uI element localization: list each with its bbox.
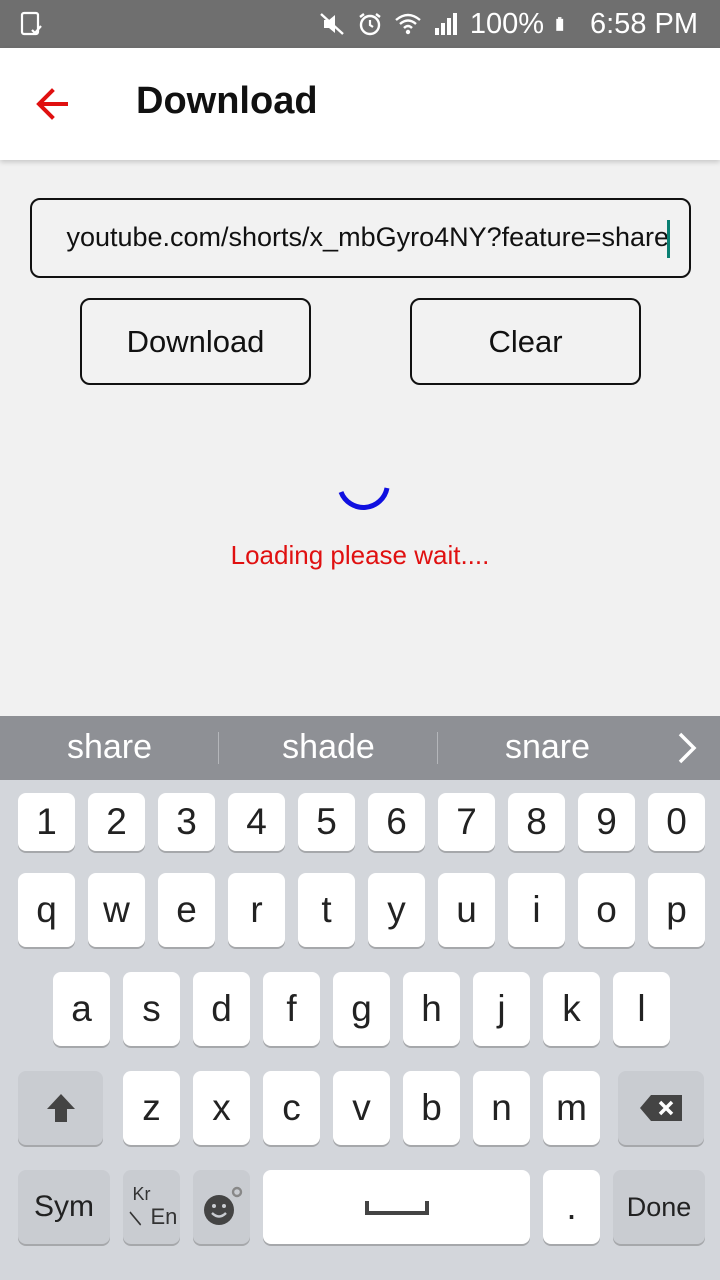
key[interactable]: g — [333, 972, 390, 1046]
text-cursor — [667, 220, 670, 258]
key[interactable]: e — [158, 873, 215, 947]
key[interactable]: r — [228, 873, 285, 947]
language-key[interactable]: Kr / En — [123, 1170, 180, 1244]
clear-button[interactable]: Clear — [410, 298, 641, 385]
key[interactable]: o — [578, 873, 635, 947]
language-toggle-label: Kr / En — [123, 1182, 178, 1232]
page-title: Download — [136, 80, 318, 122]
shift-key[interactable] — [18, 1071, 103, 1145]
lang-divider: / — [123, 1209, 148, 1229]
wifi-icon — [395, 13, 421, 35]
key[interactable]: 0 — [648, 793, 705, 851]
key[interactable]: 2 — [88, 793, 145, 851]
key[interactable]: y — [368, 873, 425, 947]
lang-top: Kr — [132, 1184, 151, 1204]
key[interactable]: 6 — [368, 793, 425, 851]
space-key[interactable] — [263, 1170, 530, 1244]
key[interactable]: u — [438, 873, 495, 947]
key[interactable]: 1 — [18, 793, 75, 851]
key[interactable]: 5 — [298, 793, 355, 851]
backspace-key[interactable] — [618, 1071, 704, 1145]
key[interactable]: p — [648, 873, 705, 947]
key[interactable]: w — [88, 873, 145, 947]
period-key[interactable]: . — [543, 1170, 600, 1244]
lang-bottom: En — [150, 1204, 178, 1229]
keyboard: 1 2 3 4 5 6 7 8 9 0 q w e r t y u i o p … — [0, 780, 720, 1280]
suggestion-bar: share shade snare — [0, 716, 720, 780]
key[interactable]: d — [193, 972, 250, 1046]
battery-icon — [556, 17, 564, 31]
loading-message: Loading please wait.... — [230, 540, 490, 570]
key[interactable]: 8 — [508, 793, 565, 851]
emoji-smiley-icon — [203, 1186, 242, 1225]
key[interactable]: n — [473, 1071, 530, 1145]
key[interactable]: 7 — [438, 793, 495, 851]
screenshot-icon — [20, 11, 42, 36]
done-key[interactable]: Done — [613, 1170, 705, 1244]
space-bar-icon — [364, 1201, 429, 1215]
key[interactable]: c — [263, 1071, 320, 1145]
key[interactable]: 3 — [158, 793, 215, 851]
key[interactable]: s — [123, 972, 180, 1046]
signal-icon — [434, 13, 457, 35]
chevron-right-icon[interactable] — [672, 730, 702, 766]
key[interactable]: z — [123, 1071, 180, 1145]
download-button[interactable]: Download — [80, 298, 311, 385]
key[interactable]: 4 — [228, 793, 285, 851]
suggestion-item[interactable]: share — [0, 728, 219, 767]
shift-arrow-icon — [46, 1094, 75, 1122]
key[interactable]: i — [508, 873, 565, 947]
app-bar: Download — [0, 48, 720, 160]
key[interactable]: f — [263, 972, 320, 1046]
backspace-icon — [640, 1095, 682, 1121]
key[interactable]: h — [403, 972, 460, 1046]
alarm-icon — [359, 13, 381, 36]
key[interactable]: v — [333, 1071, 390, 1145]
suggestion-item[interactable]: snare — [438, 728, 657, 767]
key[interactable]: t — [298, 873, 355, 947]
arrow-left-icon[interactable] — [32, 84, 72, 124]
key[interactable]: x — [193, 1071, 250, 1145]
status-bar: 100% 6:58 PM — [0, 0, 720, 48]
key[interactable]: l — [613, 972, 670, 1046]
url-input[interactable]: youtube.com/shorts/x_mbGyro4NY?feature=s… — [30, 198, 691, 278]
key[interactable]: 9 — [578, 793, 635, 851]
key[interactable]: b — [403, 1071, 460, 1145]
url-input-value: youtube.com/shorts/x_mbGyro4NY?feature=s… — [66, 222, 669, 252]
loading-spinner-icon — [338, 487, 390, 510]
key[interactable]: a — [53, 972, 110, 1046]
key[interactable]: j — [473, 972, 530, 1046]
clock: 6:58 PM — [590, 7, 698, 40]
key[interactable]: k — [543, 972, 600, 1046]
battery-percent: 100% — [469, 7, 544, 40]
key[interactable]: q — [18, 873, 75, 947]
mute-icon — [320, 13, 344, 35]
suggestion-item[interactable]: shade — [219, 728, 438, 767]
key[interactable]: m — [543, 1071, 600, 1145]
sym-key[interactable]: Sym — [18, 1170, 110, 1244]
emoji-key[interactable] — [193, 1170, 250, 1244]
